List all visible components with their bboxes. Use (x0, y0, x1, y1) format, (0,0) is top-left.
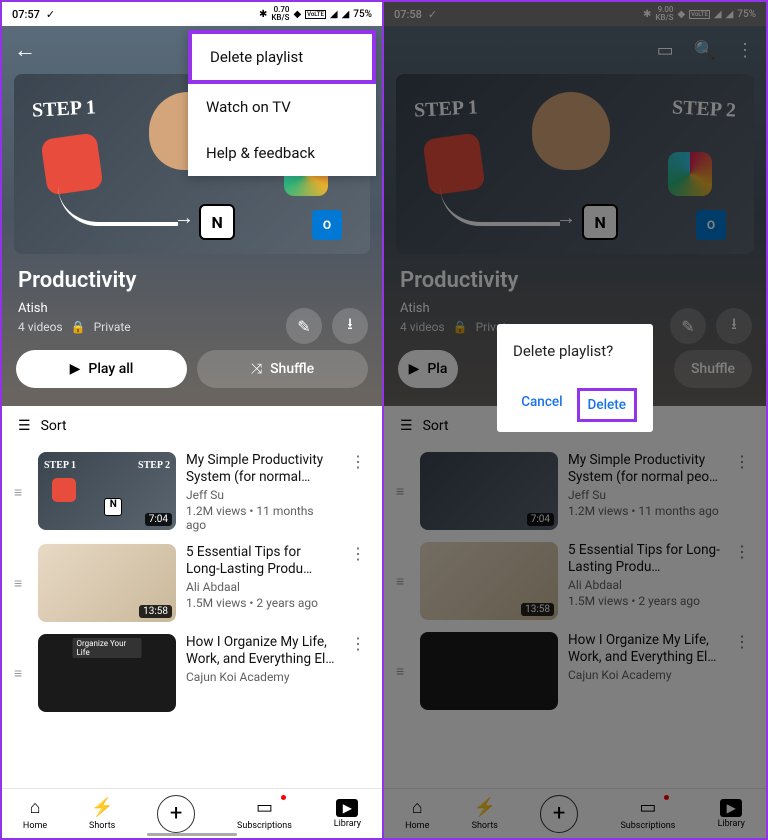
play-all-label: Play all (88, 361, 133, 377)
shuffle-icon: ⤨ (251, 361, 262, 377)
sort-button[interactable]: ☰ Sort (2, 406, 382, 446)
drag-handle-icon[interactable]: ≡ (14, 665, 28, 682)
nav-shorts[interactable]: ⚡ Shorts (89, 797, 115, 831)
nav-create-button[interactable]: + (157, 795, 195, 833)
video-more-icon[interactable]: ⋮ (346, 544, 370, 563)
arrow-curve (58, 186, 178, 226)
phone-left: 07:57 ✓ ✱ 0.70 KB/S ◆ VoLTE ◢ ◢ 75% ← (2, 2, 384, 838)
notification-dot (281, 795, 286, 800)
duration-badge: 13:58 (139, 605, 172, 618)
video-more-icon[interactable]: ⋮ (346, 634, 370, 653)
volte-icon: VoLTE (305, 10, 326, 19)
overflow-menu: Delete playlist Watch on TV Help & feedb… (188, 30, 376, 176)
video-channel: Jeff Su (186, 488, 336, 502)
bluetooth-icon: ✱ (259, 9, 267, 20)
shorts-icon: ⚡ (91, 797, 113, 819)
arrow-head-icon: → (174, 205, 194, 230)
delete-dialog: Delete playlist? Cancel Delete (497, 324, 653, 432)
video-row[interactable]: ≡ Organize Your Life How I Organize My L… (10, 628, 374, 718)
shuffle-button[interactable]: ⤨ Shuffle (197, 350, 368, 388)
subscriptions-icon: ▭ (253, 797, 275, 819)
video-channel: Cajun Koi Academy (186, 670, 336, 684)
duration-badge: 7:04 (145, 513, 172, 526)
video-title: My Simple Productivity System (for norma… (186, 452, 336, 486)
video-meta: 1.5M views • 2 years ago (186, 596, 336, 610)
nav-library-label: Library (334, 819, 361, 829)
menu-help-feedback[interactable]: Help & feedback (188, 130, 376, 176)
battery-text: 75% (353, 9, 372, 20)
download-button[interactable]: ⭳ (332, 308, 368, 344)
video-channel: Ali Abdaal (186, 580, 336, 594)
library-icon: ▶ (336, 799, 358, 817)
signal-icon-2: ◢ (342, 9, 350, 20)
network-speed: 0.70 KB/S (271, 6, 289, 22)
sort-icon: ☰ (18, 418, 31, 434)
nav-home-label: Home (23, 821, 47, 831)
video-thumb: Organize Your Life (38, 634, 176, 712)
nav-subscriptions[interactable]: ▭ Subscriptions (237, 797, 292, 831)
phone-right: 07:58 ✓ ✱ 9.00 KB/S ◆ VoLTE ◢ ◢ 75% ▭ (384, 2, 766, 838)
playlist-title: Productivity (18, 268, 366, 293)
video-row[interactable]: ≡ STEP 1 STEP 2 N 7:04 My Simple Product… (10, 446, 374, 538)
alarm-icon: ✓ (46, 8, 55, 21)
video-thumb: 13:58 (38, 544, 176, 622)
lock-icon: 🔒 (71, 320, 86, 334)
sort-label: Sort (41, 418, 67, 434)
bottom-nav: ⌂ Home ⚡ Shorts + ▭ Subscriptions ▶ Libr… (2, 788, 382, 838)
edit-button[interactable]: ✎ (286, 308, 322, 344)
outlook-icon: O (312, 210, 342, 240)
status-bar: 07:57 ✓ ✱ 0.70 KB/S ◆ VoLTE ◢ ◢ 75% (2, 2, 382, 26)
nav-shorts-label: Shorts (89, 821, 115, 831)
video-title: 5 Essential Tips for Long-Lasting Produ… (186, 544, 336, 578)
dialog-title: Delete playlist? (513, 342, 637, 360)
menu-watch-on-tv[interactable]: Watch on TV (188, 84, 376, 130)
thumb-step1-text: STEP 1 (31, 96, 96, 122)
wifi-icon: ◆ (293, 9, 301, 20)
video-meta: 1.2M views • 11 months ago (186, 504, 336, 532)
nav-library[interactable]: ▶ Library (334, 799, 361, 829)
video-count: 4 videos (18, 320, 63, 334)
menu-delete-playlist[interactable]: Delete playlist (188, 30, 376, 84)
delete-button[interactable]: Delete (577, 388, 637, 422)
drag-handle-icon[interactable]: ≡ (14, 575, 28, 592)
home-icon: ⌂ (24, 797, 46, 819)
cancel-button[interactable]: Cancel (513, 388, 570, 422)
video-list: ≡ STEP 1 STEP 2 N 7:04 My Simple Product… (2, 446, 382, 718)
play-all-button[interactable]: ▶ Play all (16, 350, 187, 388)
shuffle-label: Shuffle (270, 361, 314, 377)
play-icon: ▶ (70, 361, 81, 377)
drag-handle-icon[interactable]: ≡ (14, 484, 28, 501)
gesture-bar (147, 833, 237, 836)
privacy-label: Private (94, 320, 131, 334)
back-arrow-icon[interactable]: ← (14, 37, 36, 63)
nav-home[interactable]: ⌂ Home (23, 797, 47, 831)
video-title: How I Organize My Life, Work, and Everyt… (186, 634, 336, 668)
status-time: 07:57 (12, 8, 40, 21)
signal-icon: ◢ (330, 9, 338, 20)
video-row[interactable]: ≡ 13:58 5 Essential Tips for Long-Lastin… (10, 538, 374, 628)
video-thumb: STEP 1 STEP 2 N 7:04 (38, 452, 176, 530)
video-more-icon[interactable]: ⋮ (346, 452, 370, 471)
nav-subs-label: Subscriptions (237, 821, 292, 831)
notion-icon: N (199, 204, 235, 240)
